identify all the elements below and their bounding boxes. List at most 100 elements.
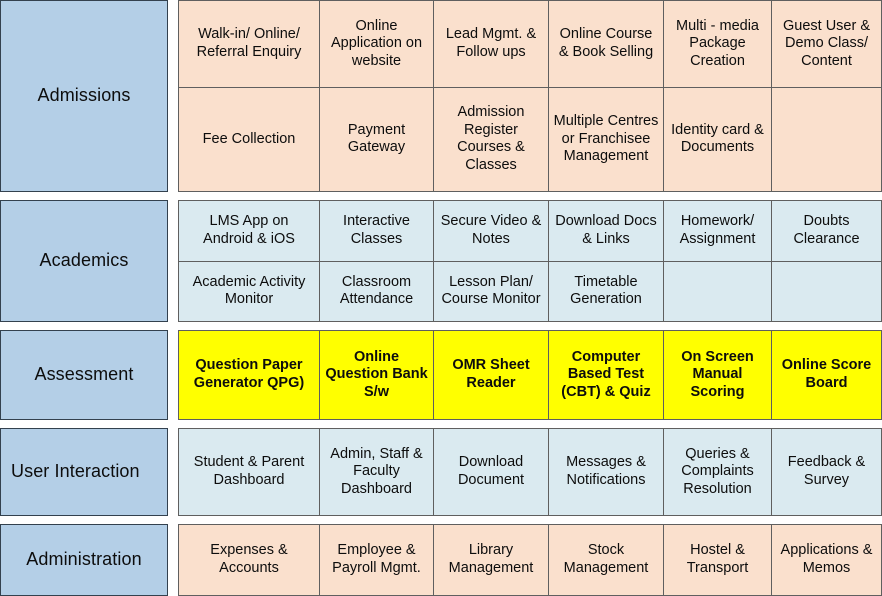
feature-cell[interactable]: Download Docs & Links	[549, 201, 664, 262]
feature-cell[interactable]: Messages & Notifications	[549, 429, 664, 516]
feature-cell[interactable]: Timetable Generation	[549, 261, 664, 322]
feature-cell[interactable]: Student & Parent Dashboard	[179, 429, 320, 516]
feature-cell[interactable]: Interactive Classes	[320, 201, 434, 262]
category-label-text: Academics	[39, 250, 129, 271]
feature-cell[interactable]: Lead Mgmt. & Follow ups	[434, 1, 549, 88]
feature-label: Queries & Complaints Resolution	[681, 445, 754, 497]
band-gutter	[168, 0, 178, 192]
feature-label: Payment Gateway	[347, 121, 406, 156]
feature-label: Messages & Notifications	[566, 454, 646, 488]
band-gutter	[168, 428, 178, 516]
feature-cell[interactable]: Computer Based Test (CBT) & Quiz	[549, 331, 664, 420]
feature-cell[interactable]: Online Application on website	[320, 1, 434, 88]
feature-cell[interactable]: Stock Management	[549, 525, 664, 596]
feature-cell[interactable]: Fee Collection	[179, 87, 320, 192]
feature-label: Question Paper Generator QPG)	[193, 357, 305, 391]
feature-label: Academic Activity Monitor	[192, 273, 306, 308]
feature-label: Download Docs & Links	[555, 213, 657, 247]
category-label-text: Assessment	[34, 364, 134, 385]
feature-label: Multi - media Package Creation	[676, 17, 759, 69]
feature-label: Online Application on website	[330, 17, 423, 69]
feature-label: Online Question Bank S/w	[325, 348, 428, 400]
band-admissions: Admissions Walk-in/ Online/ Referral Enq…	[0, 0, 882, 192]
feature-grid-user-interaction: Student & Parent Dashboard Admin, Staff …	[178, 428, 882, 516]
feature-cell-empty[interactable]	[664, 261, 772, 322]
feature-label: Homework/ Assignment	[679, 213, 756, 247]
feature-label: Timetable Generation	[570, 273, 642, 308]
feature-label: Student & Parent Dashboard	[193, 454, 305, 488]
band-assessment: Assessment Question Paper Generator QPG)…	[0, 330, 882, 420]
feature-cell[interactable]: OMR Sheet Reader	[434, 331, 549, 420]
category-label-admissions[interactable]: Admissions	[0, 0, 168, 192]
feature-cell[interactable]: Secure Video & Notes	[434, 201, 549, 262]
feature-cell-empty[interactable]	[772, 261, 882, 322]
feature-label: Walk-in/ Online/ Referral Enquiry	[196, 26, 302, 60]
feature-label: Computer Based Test (CBT) & Quiz	[561, 348, 651, 400]
table-row: Fee Collection Payment Gateway Admission…	[179, 87, 882, 192]
feature-cell[interactable]: Applications & Memos	[772, 525, 882, 596]
band-gutter	[168, 524, 178, 596]
feature-cell[interactable]: Employee & Payroll Mgmt.	[320, 525, 434, 596]
feature-label: Download Document	[457, 454, 525, 488]
band-administration: Administration Expenses & Accounts Emplo…	[0, 524, 882, 596]
feature-label: Interactive Classes	[343, 213, 410, 247]
feature-cell[interactable]: Walk-in/ Online/ Referral Enquiry	[179, 1, 320, 88]
feature-label: Admission Register Courses & Classes	[457, 104, 525, 173]
feature-cell[interactable]: Multi - media Package Creation	[664, 1, 772, 88]
feature-cell[interactable]: Lesson Plan/ Course Monitor	[434, 261, 549, 322]
feature-label: Stock Management	[563, 542, 649, 576]
feature-cell[interactable]: Payment Gateway	[320, 87, 434, 192]
feature-cell[interactable]: Download Document	[434, 429, 549, 516]
feature-label: Guest User & Demo Class/ Content	[782, 17, 871, 69]
feature-grid-assessment: Question Paper Generator QPG) Online Que…	[178, 330, 882, 420]
band-academics: Academics LMS App on Android & iOS Inter…	[0, 200, 882, 322]
feature-cell[interactable]: Hostel & Transport	[664, 525, 772, 596]
feature-cell[interactable]: Expenses & Accounts	[179, 525, 320, 596]
feature-label: Employee & Payroll Mgmt.	[332, 542, 421, 576]
feature-cell[interactable]: Online Question Bank S/w	[320, 331, 434, 420]
table-row: Student & Parent Dashboard Admin, Staff …	[179, 429, 882, 516]
feature-cell[interactable]: Feedback & Survey	[772, 429, 882, 516]
feature-cell[interactable]: Guest User & Demo Class/ Content	[772, 1, 882, 88]
feature-cell[interactable]: Online Score Board	[772, 331, 882, 420]
feature-label: Expenses & Accounts	[210, 542, 288, 576]
feature-cell[interactable]: Academic Activity Monitor	[179, 261, 320, 322]
feature-label: LMS App on Android & iOS	[203, 213, 295, 247]
feature-grid-academics: LMS App on Android & iOS Interactive Cla…	[178, 200, 882, 322]
category-label-text: Admissions	[37, 85, 131, 106]
table-row: LMS App on Android & iOS Interactive Cla…	[179, 201, 882, 262]
feature-label: Classroom Attendance	[339, 273, 414, 308]
band-gutter	[168, 200, 178, 322]
table-row: Question Paper Generator QPG) Online Que…	[179, 331, 882, 420]
feature-label: Identity card & Documents	[671, 121, 764, 156]
feature-cell[interactable]: Queries & Complaints Resolution	[664, 429, 772, 516]
category-label-administration[interactable]: Administration	[0, 524, 168, 596]
feature-cell[interactable]: Homework/ Assignment	[664, 201, 772, 262]
feature-cell[interactable]: Doubts Clearance	[772, 201, 882, 262]
table-row: Walk-in/ Online/ Referral Enquiry Online…	[179, 1, 882, 88]
feature-cell[interactable]: Classroom Attendance	[320, 261, 434, 322]
feature-cell[interactable]: Online Course & Book Selling	[549, 1, 664, 88]
category-label-user-interaction[interactable]: User Interaction	[0, 428, 168, 516]
feature-cell[interactable]: Library Management	[434, 525, 549, 596]
feature-label: OMR Sheet Reader	[452, 357, 530, 391]
category-label-text: Administration	[26, 549, 142, 570]
table-row: Expenses & Accounts Employee & Payroll M…	[179, 525, 882, 596]
feature-label: Lead Mgmt. & Follow ups	[445, 26, 537, 60]
category-label-academics[interactable]: Academics	[0, 200, 168, 322]
feature-label: Fee Collection	[202, 130, 296, 147]
feature-cell[interactable]: On Screen Manual Scoring	[664, 331, 772, 420]
feature-cell-empty[interactable]	[772, 87, 882, 192]
feature-grid-administration: Expenses & Accounts Employee & Payroll M…	[178, 524, 882, 596]
feature-label: Multiple Centres or Franchisee Managemen…	[553, 113, 659, 165]
feature-cell[interactable]: Admission Register Courses & Classes	[434, 87, 549, 192]
feature-cell[interactable]: Multiple Centres or Franchisee Managemen…	[549, 87, 664, 192]
category-label-assessment[interactable]: Assessment	[0, 330, 168, 420]
feature-cell[interactable]: LMS App on Android & iOS	[179, 201, 320, 262]
table-row: Academic Activity Monitor Classroom Atte…	[179, 261, 882, 322]
feature-cell[interactable]: Identity card & Documents	[664, 87, 772, 192]
feature-label: Library Management	[448, 542, 534, 576]
feature-cell[interactable]: Question Paper Generator QPG)	[179, 331, 320, 420]
feature-cell[interactable]: Admin, Staff & Faculty Dashboard	[320, 429, 434, 516]
feature-label: Doubts Clearance	[793, 213, 860, 247]
